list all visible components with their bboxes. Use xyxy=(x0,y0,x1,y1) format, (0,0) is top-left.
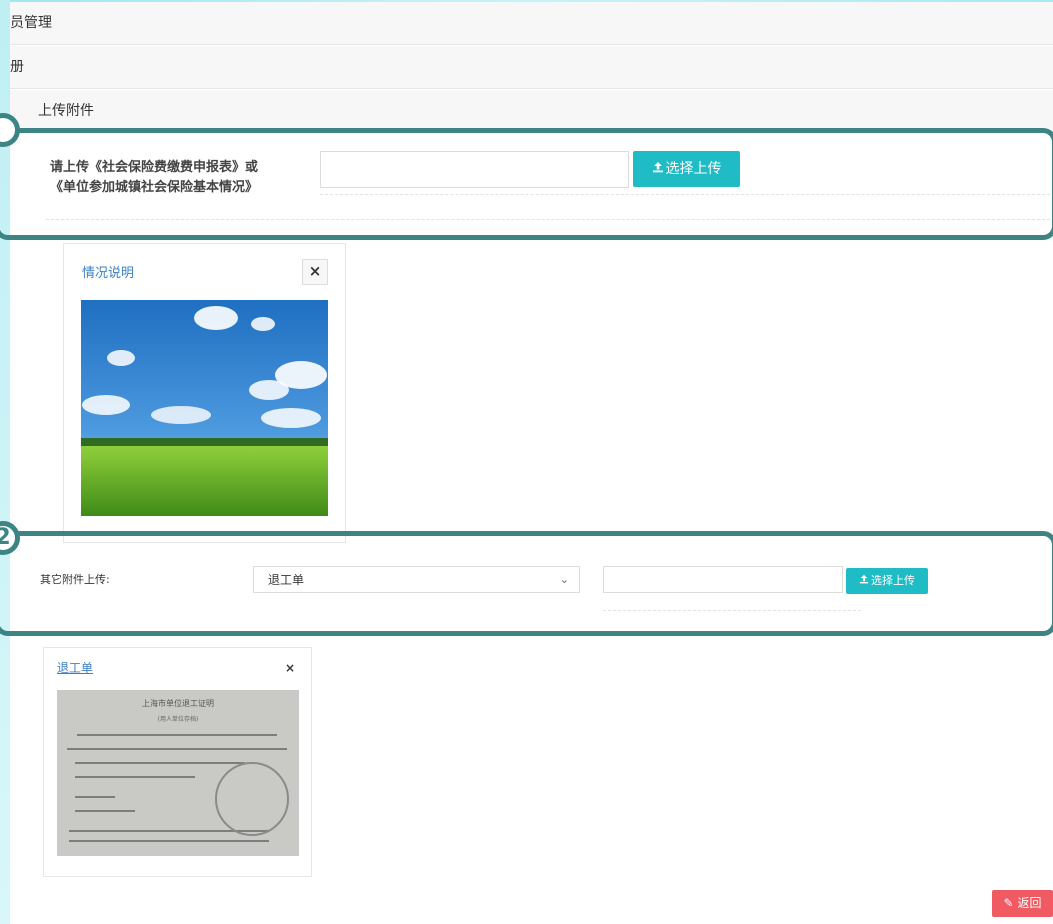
step1-label-line1: 请上传《社会保险费缴费申报表》或 xyxy=(50,160,259,175)
doc-text-line xyxy=(67,748,287,750)
step1-upload-button[interactable]: 选择上传 xyxy=(633,151,740,187)
step1-row-divider xyxy=(46,219,1050,220)
upload-icon xyxy=(652,151,664,187)
doc-text-line xyxy=(75,810,135,812)
doc-text-line xyxy=(75,762,245,764)
step1-upload-label: 选择上传 xyxy=(665,161,722,177)
upload-icon xyxy=(859,568,869,594)
nav-item-member-management[interactable]: 员管理 xyxy=(10,2,52,44)
select-value: 退工单 xyxy=(268,573,305,587)
doc-stamp xyxy=(215,762,289,836)
nav-item-upload-attachment[interactable]: 上传附件 xyxy=(38,90,94,132)
card2-document-image: 上海市单位退工证明 (用人单位存档) xyxy=(57,690,299,856)
step1-file-path-input[interactable] xyxy=(320,151,629,188)
card1-close-button[interactable]: × xyxy=(302,259,328,285)
doc-text-line xyxy=(69,840,269,842)
close-icon: × xyxy=(308,262,322,280)
eraser-icon: ✎ xyxy=(1003,896,1014,910)
doc-title: 上海市单位退工证明 xyxy=(142,699,214,708)
card1-image-sky-meadow xyxy=(81,300,328,516)
back-button[interactable]: ✎ 返回 xyxy=(992,890,1053,917)
card2-title[interactable]: 退工单 xyxy=(57,659,93,676)
nav-row-member-management[interactable]: 员管理 xyxy=(10,2,1053,45)
attachment-type-select[interactable]: 退工单 ⌄ xyxy=(253,566,580,593)
doc-text-line xyxy=(75,776,195,778)
step2-file-path-input[interactable] xyxy=(603,566,843,593)
nav-row-upload-attachment[interactable]: 上传附件 xyxy=(10,90,1053,133)
doc-text-line xyxy=(77,734,277,736)
card2-close-button[interactable]: × xyxy=(280,659,300,679)
step1-input-underline xyxy=(320,194,1050,195)
step2-upload-button[interactable]: 选择上传 xyxy=(846,568,928,594)
step2-label: 其它附件上传: xyxy=(40,573,110,586)
doc-text-line xyxy=(75,796,115,798)
step2-input-underline xyxy=(603,610,861,611)
chevron-down-icon: ⌄ xyxy=(559,573,569,586)
step1-label-line2: 《单位参加城镇社会保险基本情况》 xyxy=(50,180,259,195)
nav-item-register[interactable]: 册 xyxy=(10,46,24,88)
step2-upload-label: 选择上传 xyxy=(871,574,915,587)
close-icon: × xyxy=(284,661,296,675)
back-button-label: 返回 xyxy=(1017,896,1042,910)
doc-subtitle: (用人单位存档) xyxy=(157,716,199,723)
card1-title[interactable]: 情况说明 xyxy=(82,262,134,281)
nav-row-register[interactable]: 册 xyxy=(10,46,1053,89)
